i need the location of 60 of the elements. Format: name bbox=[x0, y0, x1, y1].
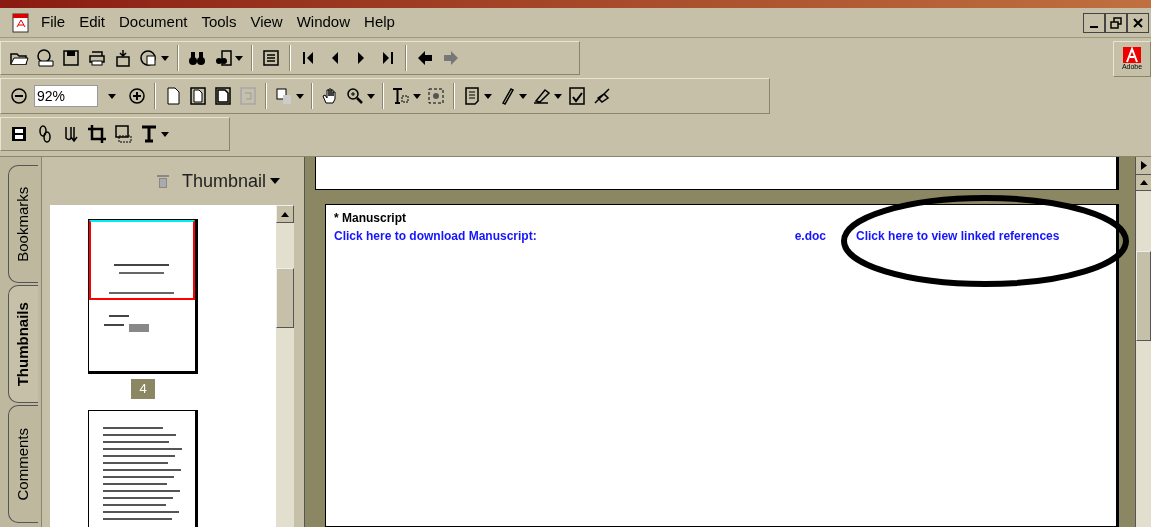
form-icon[interactable] bbox=[261, 48, 281, 68]
fit-width-icon[interactable] bbox=[213, 86, 233, 106]
menu-item[interactable]: Edit bbox=[74, 11, 111, 34]
caret-icon[interactable] bbox=[270, 178, 280, 184]
text-select-icon[interactable] bbox=[391, 86, 411, 106]
highlighter-icon[interactable] bbox=[532, 86, 552, 106]
zoom-out-icon[interactable] bbox=[9, 86, 29, 106]
rotate-page-icon[interactable] bbox=[274, 86, 294, 106]
restore-button[interactable] bbox=[1105, 12, 1127, 33]
page-number: 4 bbox=[130, 378, 156, 400]
dropdown-arrow-icon[interactable] bbox=[161, 55, 169, 61]
dropdown-arrow-icon[interactable] bbox=[161, 131, 169, 137]
printer-icon[interactable] bbox=[87, 48, 107, 68]
references-link[interactable]: Click here to view linked references bbox=[856, 227, 1060, 245]
zoom-in-icon[interactable] bbox=[127, 86, 147, 106]
scroll-thumb[interactable] bbox=[276, 268, 294, 328]
document-scrollbar[interactable] bbox=[1135, 157, 1151, 527]
scroll-up-icon[interactable] bbox=[1139, 180, 1148, 185]
form-field-icon[interactable] bbox=[113, 124, 133, 144]
zoom-field[interactable]: 92% bbox=[34, 85, 98, 107]
scroll-up-icon[interactable] bbox=[281, 211, 289, 217]
dropdown-arrow-icon[interactable] bbox=[367, 93, 375, 99]
minimize-button[interactable] bbox=[1083, 12, 1105, 33]
dropdown-arrow-icon[interactable] bbox=[484, 93, 492, 99]
pdf-icon[interactable] bbox=[12, 12, 30, 33]
dropdown-arrow-icon[interactable] bbox=[413, 93, 421, 99]
magnifier-plus-icon[interactable] bbox=[345, 86, 365, 106]
side-tab[interactable]: Bookmarks bbox=[8, 165, 38, 283]
dropdown-arrow-icon[interactable] bbox=[235, 55, 243, 61]
touchup-text-icon[interactable] bbox=[139, 124, 159, 144]
menu-item[interactable]: Tools bbox=[196, 11, 242, 34]
fit-page-icon[interactable] bbox=[188, 86, 208, 106]
section-heading: * Manuscript bbox=[334, 210, 407, 227]
vertical-scrollbar[interactable] bbox=[276, 205, 294, 527]
note-icon[interactable] bbox=[462, 86, 482, 106]
dropdown-arrow-icon[interactable] bbox=[554, 93, 562, 99]
dropdown-arrow-icon[interactable] bbox=[519, 93, 527, 99]
graphics-select-icon[interactable] bbox=[426, 86, 446, 106]
dropdown-arrow-icon[interactable] bbox=[108, 93, 116, 99]
menu-item[interactable]: Document bbox=[114, 11, 193, 34]
close-button[interactable] bbox=[1127, 12, 1149, 33]
crop-icon[interactable] bbox=[87, 124, 107, 144]
scroll-right-icon[interactable] bbox=[1140, 161, 1147, 170]
menu-item[interactable]: File bbox=[36, 11, 71, 34]
spell-check-icon[interactable] bbox=[567, 86, 587, 106]
view-box[interactable] bbox=[89, 220, 195, 300]
file-name-link[interactable]: e.doc bbox=[794, 227, 827, 245]
side-tab[interactable]: Comments bbox=[8, 405, 38, 523]
close-icon[interactable] bbox=[1132, 16, 1144, 29]
menu-item[interactable]: View bbox=[245, 11, 288, 34]
download-link[interactable]: Click here to download Manuscript: bbox=[334, 227, 537, 245]
menu-item[interactable]: Window bbox=[291, 11, 356, 34]
restore-icon[interactable] bbox=[1110, 16, 1122, 29]
scroll-thumb[interactable] bbox=[1136, 251, 1151, 341]
thumbnail-menu-button[interactable]: Thumbnail bbox=[181, 167, 280, 195]
menu-item[interactable]: Help bbox=[359, 11, 400, 34]
save-icon[interactable] bbox=[61, 48, 81, 68]
dropdown-arrow-icon[interactable] bbox=[296, 93, 304, 99]
movie-icon[interactable] bbox=[9, 124, 29, 144]
side-tab[interactable]: Thumbnails bbox=[8, 285, 38, 403]
